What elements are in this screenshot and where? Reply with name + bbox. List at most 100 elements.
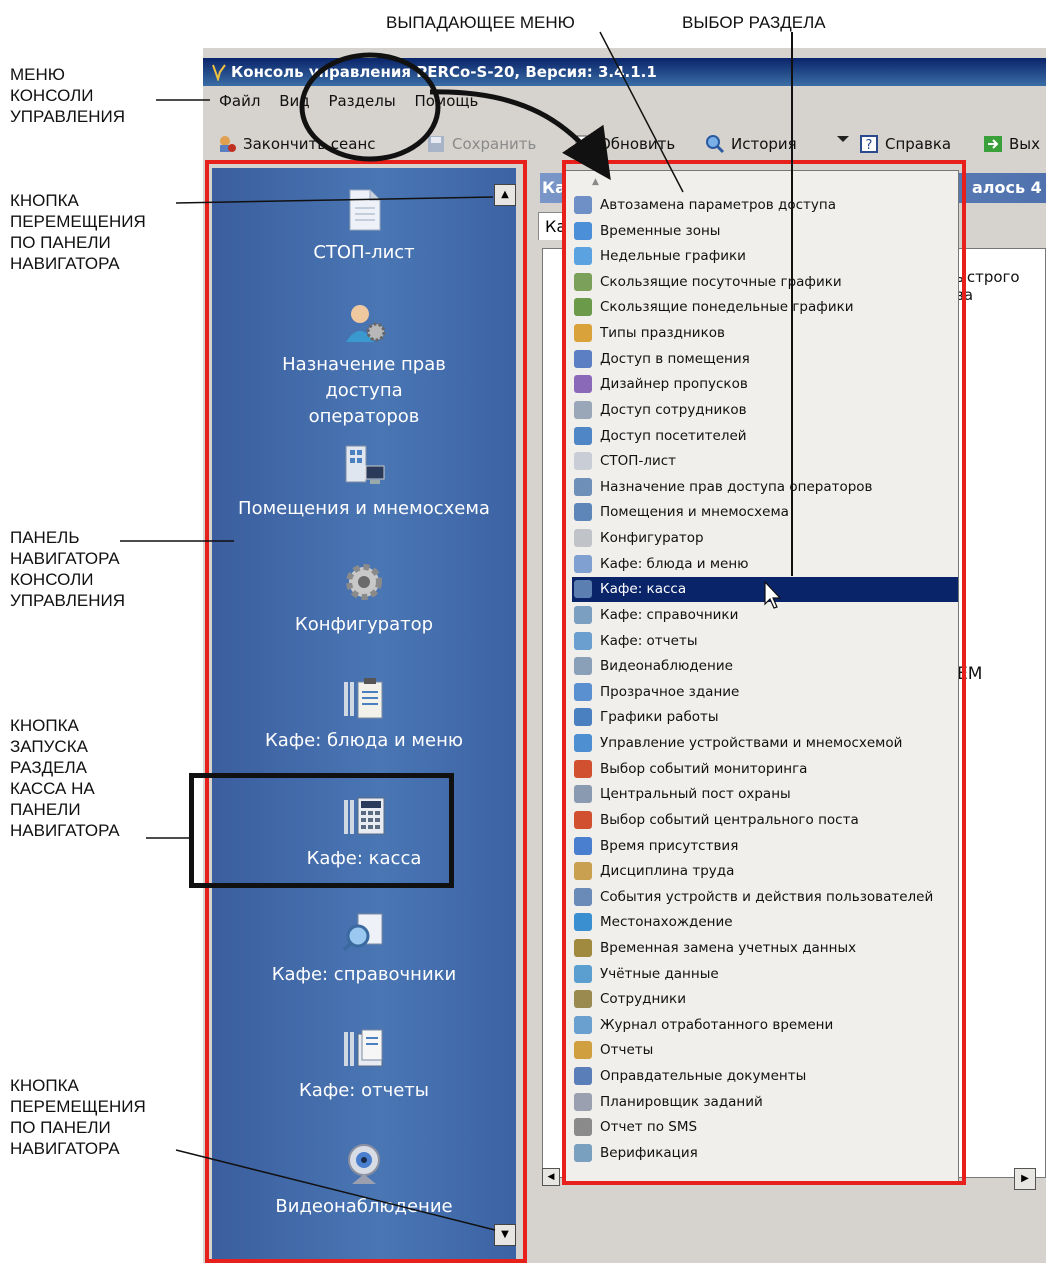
dropdown-item[interactable]: Назначение прав доступа операторов xyxy=(572,475,958,500)
svg-text:?: ? xyxy=(866,138,873,153)
dropdown-item-label: Учётные данные xyxy=(600,965,719,982)
dropdown-item[interactable]: Недельные графики xyxy=(572,244,958,269)
section-icon xyxy=(574,247,592,266)
title-bar: Консоль управления PERCo-S-20, Версия: 3… xyxy=(203,58,1046,86)
dropdown-item[interactable]: Кафе: отчеты xyxy=(572,629,958,654)
annotation-dropdown-menu: ВЫПАДАЮЩЕЕ МЕНЮ xyxy=(386,13,575,32)
nav-item-cafe-menu[interactable]: Кафе: блюда и меню xyxy=(212,674,516,754)
end-session-button[interactable]: Закончить сеанс xyxy=(217,128,376,160)
dropdown-item[interactable]: Доступ сотрудников xyxy=(572,398,958,423)
nav-item-cafe-kassa[interactable]: Кафе: касса xyxy=(212,792,516,872)
annotation-nav-move-bottom: КНОПКА ПЕРЕМЕЩЕНИЯ ПО ПАНЕЛИ НАВИГАТОРА xyxy=(10,1076,146,1158)
dropdown-item[interactable]: Дизайнер пропусков xyxy=(572,372,958,397)
dropdown-item[interactable]: Кафе: блюда и меню xyxy=(572,552,958,577)
dropdown-scroll-up-arrow[interactable]: ▲ xyxy=(592,177,599,187)
dropdown-item[interactable]: Дисциплина труда xyxy=(572,859,958,884)
dropdown-item[interactable]: Центральный пост охраны xyxy=(572,782,958,807)
dropdown-item[interactable]: Время присутствия xyxy=(572,834,958,859)
dropdown-item[interactable]: Конфигуратор xyxy=(572,526,958,551)
dropdown-item[interactable]: Графики работы xyxy=(572,705,958,730)
grid-scroll-right[interactable]: ▶ xyxy=(1014,1168,1036,1190)
dropdown-item[interactable]: Доступ посетителей xyxy=(572,424,958,449)
dropdown-item[interactable]: События устройств и действия пользовател… xyxy=(572,885,958,910)
dropdown-item[interactable]: Доступ в помещения xyxy=(572,347,958,372)
nav-item-configurator[interactable]: Конфигуратор xyxy=(212,558,516,638)
dropdown-item[interactable]: Кафе: справочники xyxy=(572,603,958,628)
dropdown-item-label: Дизайнер пропусков xyxy=(600,376,748,393)
dropdown-item[interactable]: СТОП-лист xyxy=(572,449,958,474)
dropdown-item-label: Кафе: блюда и меню xyxy=(600,555,749,572)
dropdown-item[interactable]: Временная замена учетных данных xyxy=(572,936,958,961)
refresh-button[interactable]: Обновить xyxy=(573,128,675,160)
section-icon xyxy=(574,1041,592,1060)
dropdown-item[interactable]: Кафе: касса xyxy=(572,577,958,603)
dropdown-item[interactable]: Скользящие понедельные графики xyxy=(572,295,958,320)
nav-scroll-down-button[interactable]: ▼ xyxy=(494,1224,516,1246)
dropdown-item[interactable]: Местонахождение xyxy=(572,910,958,935)
annotation-nav-move-top: КНОПКА ПЕРЕМЕЩЕНИЯ ПО ПАНЕЛИ НАВИГАТОРА xyxy=(10,191,146,273)
exit-button[interactable]: Вых xyxy=(983,128,1040,160)
history-button[interactable]: История xyxy=(705,128,797,160)
dropdown-item[interactable]: Верификация xyxy=(572,1141,958,1166)
dropdown-item-label: Недельные графики xyxy=(600,248,746,265)
floppy-icon xyxy=(428,136,444,152)
dropdown-item[interactable]: Выбор событий мониторинга xyxy=(572,757,958,782)
menu-sections[interactable]: Разделы xyxy=(328,92,395,110)
section-icon xyxy=(574,426,592,445)
dropdown-item-label: Кафе: справочники xyxy=(600,606,739,623)
dropdown-item-label: Верификация xyxy=(600,1144,698,1161)
nav-item-cafe-reports[interactable]: Кафе: отчеты xyxy=(212,1024,516,1104)
dropdown-item[interactable]: Типы праздников xyxy=(572,321,958,346)
section-icon xyxy=(574,1143,592,1162)
dropdown-item[interactable]: Прозрачное здание xyxy=(572,680,958,705)
dropdown-item[interactable]: Временные зоны xyxy=(572,219,958,244)
dropdown-item-label: Временная замена учетных данных xyxy=(600,939,857,956)
section-icon xyxy=(574,349,592,368)
dropdown-item[interactable]: Учётные данные xyxy=(572,962,958,987)
dropdown-item[interactable]: Скользящие посуточные графики xyxy=(572,270,958,295)
dropdown-item[interactable]: Сотрудники xyxy=(572,987,958,1012)
nav-item-stop-list[interactable]: СТОП-лист xyxy=(212,186,516,266)
dropdown-item[interactable]: Автозамена параметров доступа xyxy=(572,193,958,218)
section-icon xyxy=(574,913,592,932)
menu-view[interactable]: Вид xyxy=(279,92,309,110)
annotation-kassa-button: КНОПКА ЗАПУСКА РАЗДЕЛА КАССА НА ПАНЕЛИ Н… xyxy=(10,716,120,840)
annotation-nav-panel: ПАНЕЛЬ НАВИГАТОРА КОНСОЛИ УПРАВЛЕНИЯ xyxy=(10,528,125,610)
dropdown-item[interactable]: Помещения и мнемосхема xyxy=(572,500,958,525)
section-icon xyxy=(574,477,592,496)
nav-item-video[interactable]: Видеонаблюдение xyxy=(212,1140,516,1220)
nav-item-cafe-refs[interactable]: Кафе: справочники xyxy=(212,908,516,988)
history-dropdown-arrow[interactable] xyxy=(833,128,853,148)
help-button[interactable]: ? Справка xyxy=(859,128,951,160)
dropdown-item[interactable]: Управление устройствами и мнемосхемой xyxy=(572,731,958,756)
section-icon xyxy=(574,682,592,701)
dropdown-item[interactable]: Выбор событий центрального поста xyxy=(572,808,958,833)
dropdown-item[interactable]: Отчет по SMS xyxy=(572,1115,958,1140)
dropdown-item[interactable]: Планировщик заданий xyxy=(572,1090,958,1115)
menu-file[interactable]: Файл xyxy=(219,92,260,110)
dropdown-item-label: Выбор событий мониторинга xyxy=(600,760,808,777)
section-icon xyxy=(574,400,592,419)
section-icon xyxy=(574,375,592,394)
magnifier-icon xyxy=(706,135,725,154)
dropdown-item[interactable]: Видеонаблюдение xyxy=(572,654,958,679)
grid-scroll-left[interactable]: ◀ xyxy=(542,1168,560,1186)
nav-item-rooms-mnemo[interactable]: Помещения и мнемосхема xyxy=(212,442,516,522)
save-button[interactable]: Сохранить xyxy=(426,128,536,160)
nav-item-operator-rights[interactable]: Назначение прав доступа операторов xyxy=(212,298,516,430)
menu-help[interactable]: Помощь xyxy=(414,92,478,110)
text-fragment-em: EM xyxy=(957,664,983,684)
dropdown-item[interactable]: Отчеты xyxy=(572,1038,958,1063)
dropdown-item-label: Доступ в помещения xyxy=(600,350,750,367)
section-icon xyxy=(574,1015,592,1034)
section-icon xyxy=(574,580,592,599)
dropdown-item-label: Отчеты xyxy=(600,1042,654,1059)
dropdown-item-label: Сотрудники xyxy=(600,991,686,1008)
dropdown-item-label: Скользящие понедельные графики xyxy=(600,299,854,316)
cutlery-calculator-icon xyxy=(344,797,385,835)
section-icon xyxy=(574,938,592,957)
dropdown-item[interactable]: Оправдательные документы xyxy=(572,1064,958,1089)
section-icon xyxy=(574,810,592,829)
dropdown-item-label: Временные зоны xyxy=(600,222,721,239)
dropdown-item[interactable]: Журнал отработанного времени xyxy=(572,1013,958,1038)
